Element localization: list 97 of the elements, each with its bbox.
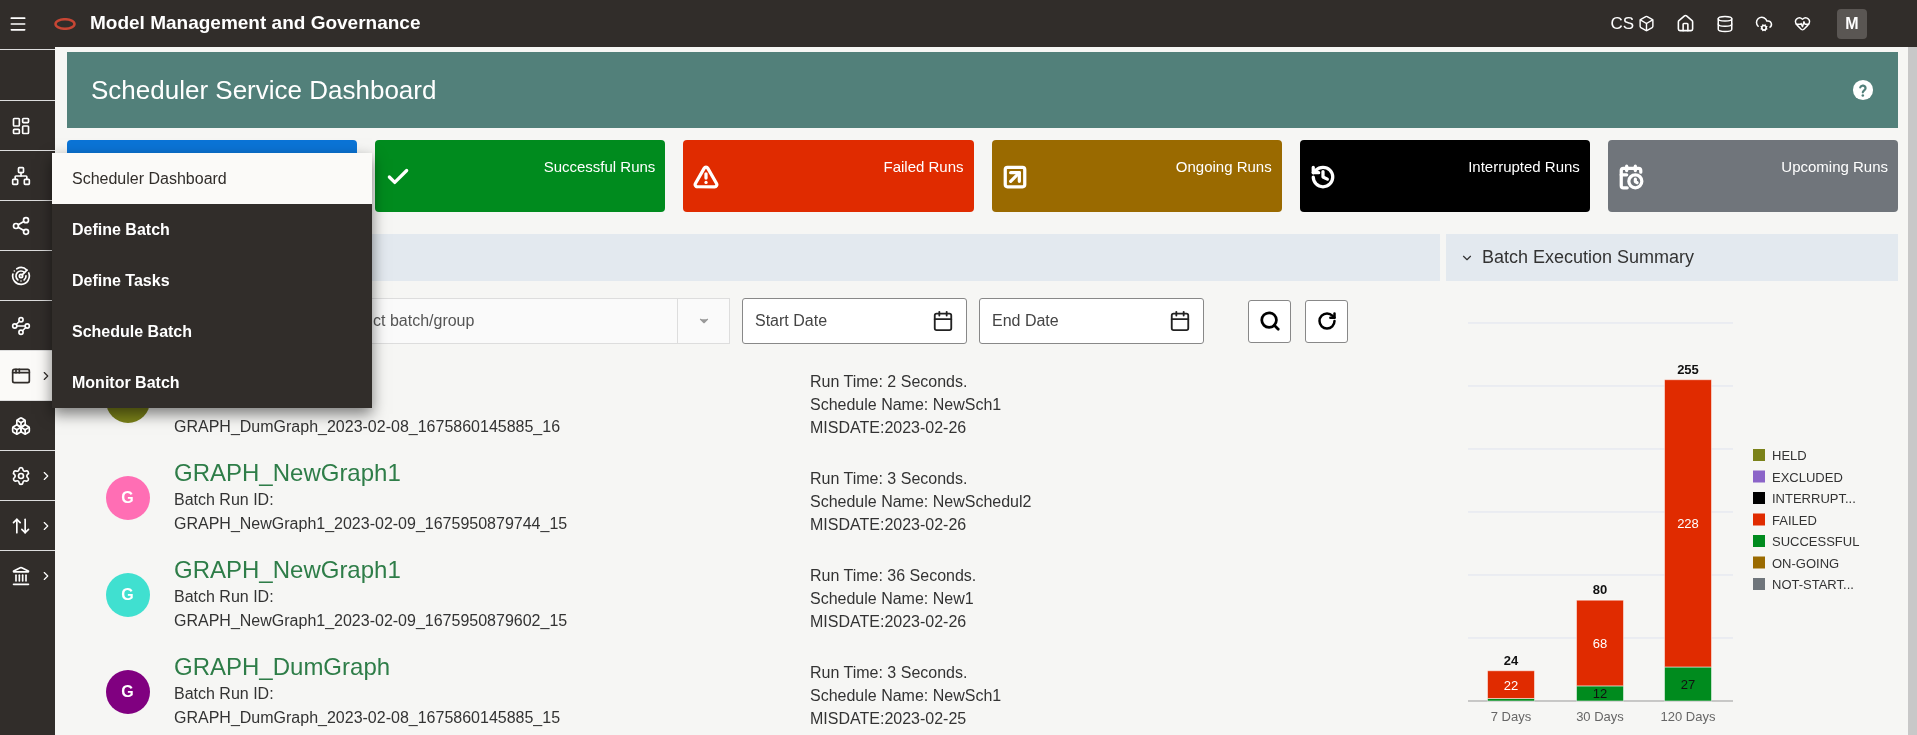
run-time: Run Time: 2 Seconds. bbox=[810, 372, 969, 392]
legend-label: EXCLUDED bbox=[1772, 469, 1843, 485]
help-icon[interactable] bbox=[1852, 79, 1874, 101]
home-icon[interactable] bbox=[1676, 14, 1695, 33]
app-title: Model Management and Governance bbox=[90, 11, 421, 36]
legend-swatch bbox=[1753, 470, 1765, 483]
date-field[interactable]: End Date bbox=[979, 298, 1204, 344]
legend-label: SUCCESSFUL bbox=[1772, 534, 1860, 549]
bar-value-label: 27 bbox=[1680, 677, 1696, 692]
card-label: Successful Runs bbox=[543, 157, 656, 177]
misdate: MISDATE:2023-02-26 bbox=[810, 418, 968, 438]
heart-pulse-icon[interactable] bbox=[1794, 15, 1811, 32]
dashboard-icon bbox=[11, 115, 31, 136]
user-code: CS bbox=[1610, 12, 1634, 35]
legend-label: FAILED bbox=[1772, 512, 1817, 528]
calendar-icon bbox=[932, 310, 954, 332]
menu-item[interactable]: Scheduler Dashboard bbox=[52, 153, 372, 204]
logo-icon bbox=[54, 17, 76, 30]
menu-item[interactable]: Define Batch bbox=[52, 204, 372, 255]
bar-total-label: 24 bbox=[1503, 652, 1519, 668]
page-title: Scheduler Service Dashboard bbox=[91, 73, 437, 107]
target-icon bbox=[11, 265, 31, 286]
run-id: GRAPH_DumGraph_2023-02-08_1675860145885_16 bbox=[174, 417, 562, 437]
arrow-box-icon bbox=[1001, 164, 1028, 190]
connector-icon bbox=[11, 315, 31, 336]
database-icon[interactable] bbox=[1716, 14, 1734, 33]
sitemap-icon bbox=[11, 415, 31, 436]
bar-value-label: 228 bbox=[1677, 516, 1699, 532]
batch-name[interactable]: GRAPH_DumGraph bbox=[174, 652, 810, 682]
misdate: MISDATE:2023-02-26 bbox=[810, 515, 968, 535]
calendar-icon bbox=[1169, 310, 1191, 332]
run-id: GRAPH_DumGraph_2023-02-08_1675860145885_15 bbox=[174, 708, 562, 728]
batch-name[interactable]: GRAPH_NewGraph1 bbox=[174, 555, 810, 585]
history-icon bbox=[1309, 164, 1336, 190]
legend-label: NOT-START... bbox=[1772, 577, 1854, 592]
refresh-button[interactable] bbox=[1305, 299, 1348, 343]
settings-icon bbox=[11, 465, 31, 486]
search-icon bbox=[1258, 310, 1281, 332]
legend-label: INTERRUPT... bbox=[1772, 491, 1856, 506]
warning-icon bbox=[693, 164, 720, 190]
run-id-label: Batch Run ID: bbox=[174, 684, 275, 704]
bank-icon bbox=[11, 565, 31, 586]
legend-swatch bbox=[1753, 556, 1765, 569]
run-time: Run Time: 36 Seconds. bbox=[810, 566, 977, 586]
nodes-icon bbox=[11, 215, 31, 236]
status-card[interactable]: Ongoing Runs bbox=[991, 140, 1282, 212]
axis-label: 7 Days bbox=[1490, 709, 1532, 724]
user-avatar[interactable]: M bbox=[1837, 8, 1867, 39]
summary-header[interactable]: Batch Execution Summary bbox=[1446, 234, 1898, 281]
legend-label: HELD bbox=[1772, 448, 1807, 463]
schedule-name: Schedule Name: NewSch1 bbox=[810, 395, 1002, 415]
card-label: Interrupted Runs bbox=[1468, 157, 1580, 177]
legend-label: ON-GOING bbox=[1772, 555, 1840, 571]
status-card[interactable]: Failed Runs bbox=[683, 140, 974, 212]
schedule-name: Schedule Name: NewSch1 bbox=[810, 686, 1002, 706]
calendar-clock-icon bbox=[1617, 164, 1644, 190]
cube-icon[interactable] bbox=[1638, 15, 1655, 32]
card-label: Ongoing Runs bbox=[1175, 157, 1272, 177]
axis-label: 120 Days bbox=[1660, 709, 1716, 724]
run-id-label: Batch Run ID: bbox=[174, 490, 275, 510]
network-icon bbox=[11, 165, 31, 186]
axis-label: 30 Days bbox=[1576, 709, 1624, 724]
run-time: Run Time: 3 Seconds. bbox=[810, 469, 969, 489]
bar-value-label: 22 bbox=[1503, 677, 1519, 693]
bar-value-label: 68 bbox=[1592, 636, 1608, 652]
bar-value-label: 12 bbox=[1592, 686, 1608, 702]
misdate: MISDATE:2023-02-26 bbox=[810, 612, 968, 632]
legend-swatch bbox=[1753, 449, 1765, 461]
select-placeholder: ct batch/group bbox=[372, 311, 476, 331]
date-placeholder: Start Date bbox=[755, 311, 828, 331]
status-card[interactable]: Upcoming Runs bbox=[1607, 140, 1899, 212]
legend-swatch bbox=[1753, 535, 1765, 547]
status-card[interactable]: Interrupted Runs bbox=[1299, 140, 1590, 212]
cloud-gear-icon[interactable] bbox=[1755, 14, 1773, 33]
bar-total-label: 80 bbox=[1592, 582, 1608, 598]
date-placeholder: End Date bbox=[992, 311, 1059, 331]
legend-swatch bbox=[1753, 513, 1765, 526]
menu-item[interactable]: Monitor Batch bbox=[52, 357, 372, 408]
summary-title: Batch Execution Summary bbox=[1482, 246, 1695, 269]
sidebar-item[interactable] bbox=[0, 350, 55, 400]
misdate: MISDATE:2023-02-25 bbox=[810, 709, 968, 729]
batch-name[interactable]: GRAPH_NewGraph1 bbox=[174, 458, 810, 488]
schedule-name: Schedule Name: NewSchedul2 bbox=[810, 492, 1032, 512]
card-label: Upcoming Runs bbox=[1781, 157, 1889, 177]
refresh-icon bbox=[1316, 311, 1337, 331]
bar-total-label: 255 bbox=[1677, 361, 1699, 377]
run-id: GRAPH_NewGraph1_2023-02-09_1675950879744_15 bbox=[174, 514, 569, 534]
status-card[interactable]: Successful Runs bbox=[375, 140, 666, 212]
legend-swatch bbox=[1753, 578, 1765, 590]
legend-swatch bbox=[1753, 492, 1765, 504]
search-button[interactable] bbox=[1248, 299, 1291, 343]
run-id-label: Batch Run ID: bbox=[174, 587, 275, 607]
card-label: Failed Runs bbox=[883, 157, 964, 177]
run-time: Run Time: 3 Seconds. bbox=[810, 663, 969, 683]
schedule-name: Schedule Name: New1 bbox=[810, 589, 975, 609]
run-id: GRAPH_NewGraph1_2023-02-09_1675950879602_15 bbox=[174, 611, 569, 631]
date-field[interactable]: Start Date bbox=[742, 298, 967, 344]
